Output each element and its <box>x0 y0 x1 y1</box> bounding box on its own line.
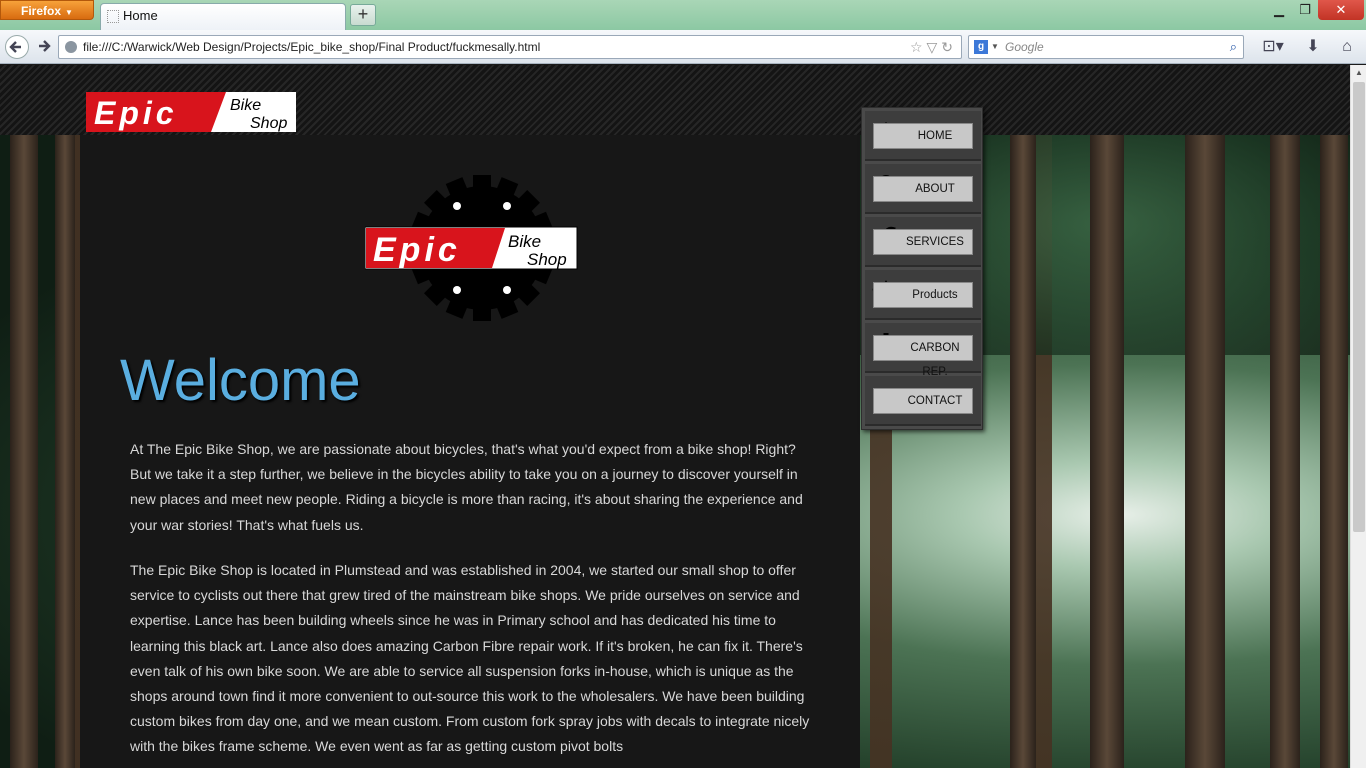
about-paragraph: The Epic Bike Shop is located in Plumste… <box>130 562 810 755</box>
intro-paragraph: At The Epic Bike Shop, we are passionate… <box>130 441 803 533</box>
menu-item-about[interactable]: ABOUT <box>865 164 981 214</box>
bookmarks-icon[interactable]: ⊡▾ <box>1256 35 1290 59</box>
menu-item-services[interactable]: SERVICES <box>865 217 981 267</box>
page-viewport: Epic Bike Shop Epic Bike Shop Welcome At… <box>0 65 1366 768</box>
url-actions[interactable]: ☆▽↻ <box>910 36 957 58</box>
scroll-up-icon[interactable]: ▲ <box>1351 65 1366 81</box>
tree-trunk <box>1270 135 1300 768</box>
vertical-scrollbar[interactable]: ▲ <box>1350 65 1366 768</box>
tree-trunk <box>1185 135 1225 768</box>
page-title: Welcome <box>120 348 361 413</box>
firefox-menu-label: Firefox <box>21 4 62 18</box>
tree-trunk <box>10 135 38 768</box>
contact-button[interactable]: CONTACT <box>873 388 973 414</box>
carbon-repair-button[interactable]: CARBON REP. <box>873 335 973 378</box>
nav-menu: HOME ABOUT SERVICES Products CARBON REP.… <box>861 107 983 430</box>
logo[interactable]: Epic Bike Shop <box>86 92 296 132</box>
url-bar[interactable]: file:///C:/Warwick/Web Design/Projects/E… <box>58 35 962 59</box>
tab-title: Home <box>123 8 158 23</box>
search-engine-dropdown-icon[interactable]: ▼ <box>991 36 999 58</box>
logo-sub2: Shop <box>250 115 287 132</box>
forward-button[interactable] <box>33 35 57 59</box>
new-tab-button[interactable]: + <box>350 4 376 26</box>
minimize-icon[interactable]: ▁ <box>1268 0 1290 20</box>
services-button[interactable]: SERVICES <box>873 229 973 255</box>
title-bar: Firefox ▼ Home + ▁ ❐ ✕ <box>0 0 1366 30</box>
forward-arrow-icon <box>39 40 51 52</box>
search-icon[interactable]: ⌕ <box>1230 36 1237 58</box>
close-icon[interactable]: ✕ <box>1318 0 1364 20</box>
google-icon: g <box>974 40 988 54</box>
home-button[interactable]: HOME <box>873 123 973 149</box>
menu-item-contact[interactable]: CONTACT <box>865 376 981 426</box>
dropdown-arrow-icon: ▼ <box>65 8 73 17</box>
back-arrow-icon <box>9 41 21 53</box>
navigation-toolbar: file:///C:/Warwick/Web Design/Projects/E… <box>0 30 1366 64</box>
tree-trunk <box>1090 135 1124 768</box>
gear-logo: Epic Bike Shop <box>365 175 578 321</box>
page-icon <box>107 10 119 23</box>
logo-text: Epic <box>94 95 178 131</box>
gear-logo-sub1: Bike <box>508 232 541 251</box>
gear-logo-text: Epic <box>373 231 461 269</box>
globe-icon <box>65 41 77 53</box>
url-text: file:///C:/Warwick/Web Design/Projects/E… <box>83 40 541 54</box>
logo-sub1: Bike <box>230 97 261 114</box>
menu-item-carbon-repair[interactable]: CARBON REP. <box>865 323 981 378</box>
search-input[interactable]: g ▼ Google ⌕ <box>968 35 1244 59</box>
main-content: Epic Bike Shop Welcome At The Epic Bike … <box>80 135 860 768</box>
maximize-icon[interactable]: ❐ <box>1294 0 1316 20</box>
products-button[interactable]: Products <box>873 282 973 308</box>
tree-trunk <box>55 135 75 768</box>
menu-item-products[interactable]: Products <box>865 270 981 320</box>
about-button[interactable]: ABOUT <box>873 176 973 202</box>
tab-home[interactable]: Home <box>100 3 346 30</box>
gear-logo-sub2: Shop <box>527 250 567 269</box>
search-placeholder: Google <box>1005 40 1044 54</box>
tree-trunk <box>1320 135 1348 768</box>
menu-item-home[interactable]: HOME <box>865 111 981 161</box>
firefox-menu-button[interactable]: Firefox ▼ <box>0 0 94 20</box>
download-icon[interactable]: ⬇ <box>1302 35 1324 59</box>
tree-trunk <box>1010 135 1036 768</box>
scroll-thumb[interactable] <box>1353 82 1365 532</box>
home-icon[interactable]: ⌂ <box>1336 35 1358 59</box>
back-button[interactable] <box>5 35 29 59</box>
